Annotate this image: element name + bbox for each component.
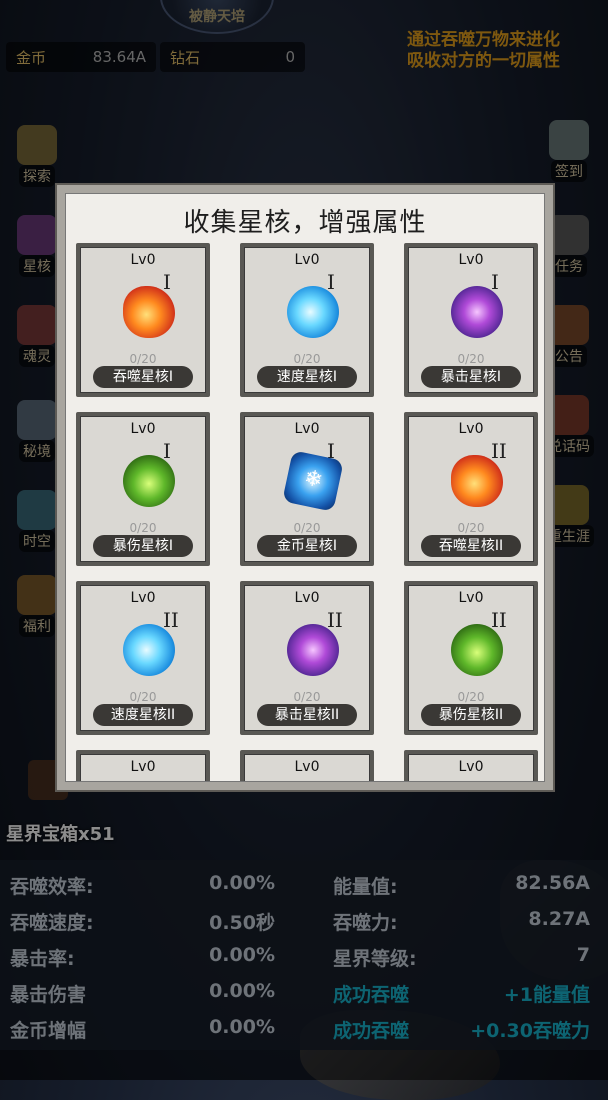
modal-content: 收集星核，增强属性 Lv0 I 0/20 吞噬星核I Lv0 I 0/20 速度星核I Lv0 I… xyxy=(65,193,545,782)
purple-orb-icon xyxy=(287,624,339,676)
starcore-level: Lv0 xyxy=(458,252,484,268)
starcore-level: Lv0 xyxy=(294,252,320,268)
starcore-name: 暴伤星核II xyxy=(421,704,521,726)
starcore-level: Lv0 xyxy=(458,590,484,606)
water-orb-icon xyxy=(123,624,175,676)
starcore-name: 暴伤星核I xyxy=(93,535,193,557)
starcore-level: Lv0 xyxy=(294,590,320,606)
starcore-count: 0/20 xyxy=(293,352,321,366)
green-orb-icon xyxy=(451,624,503,676)
starcore-card[interactable]: Lv0 I 0/20 暴击星核I xyxy=(404,243,538,397)
starcore-name: 暴击星核II xyxy=(257,704,357,726)
starcore-card-body: Lv0 II 0/20 吞噬星核II xyxy=(408,416,534,562)
fire-orb-icon xyxy=(451,455,503,507)
snowflake-icon: ❄ xyxy=(301,465,325,494)
starcore-count: 0/20 xyxy=(129,521,157,535)
ice-orb-icon: ❄ xyxy=(282,450,344,512)
starcore-card-body: Lv0 I ❄ 0/20 金币星核I xyxy=(244,416,370,562)
starcore-tier: II xyxy=(491,439,507,463)
starcore-modal: 收集星核，增强属性 Lv0 I 0/20 吞噬星核I Lv0 I 0/20 速度星核I Lv0 I… xyxy=(55,183,555,792)
starcore-name: 金币星核I xyxy=(257,535,357,557)
starcore-card-body: Lv0 I 0/20 暴伤星核I xyxy=(80,416,206,562)
purple-orb-icon xyxy=(451,286,503,338)
starcore-tier: II xyxy=(491,608,507,632)
starcore-count: 0/20 xyxy=(457,521,485,535)
starcore-name: 速度星核I xyxy=(257,366,357,388)
starcore-level: Lv0 xyxy=(458,421,484,437)
starcore-card-body: Lv0 I 0/20 速度星核I xyxy=(244,247,370,393)
starcore-count: 0/20 xyxy=(457,352,485,366)
starcore-count: 0/20 xyxy=(129,352,157,366)
starcore-card[interactable]: Lv0 III xyxy=(240,750,374,781)
starcore-card-body: Lv0 II xyxy=(80,754,206,781)
starcore-card[interactable]: Lv0 II 0/20 吞噬星核II xyxy=(404,412,538,566)
starcore-name: 吞噬星核II xyxy=(421,535,521,557)
starcore-count: 0/20 xyxy=(293,690,321,704)
starcore-tier: II xyxy=(327,608,343,632)
starcore-card[interactable]: Lv0 II 0/20 速度星核II xyxy=(76,581,210,735)
starcore-level: Lv0 xyxy=(294,421,320,437)
water-orb-icon xyxy=(287,286,339,338)
starcore-level: Lv0 xyxy=(130,759,156,775)
starcore-card[interactable]: Lv0 I 0/20 暴伤星核I xyxy=(76,412,210,566)
starcore-card-body: Lv0 I 0/20 暴击星核I xyxy=(408,247,534,393)
starcore-card[interactable]: Lv0 II 0/20 暴击星核II xyxy=(240,581,374,735)
starcore-name: 吞噬星核I xyxy=(93,366,193,388)
starcore-tier: III xyxy=(491,777,515,781)
starcore-count: 0/20 xyxy=(129,690,157,704)
starcore-card[interactable]: Lv0 I ❄ 0/20 金币星核I xyxy=(240,412,374,566)
starcore-card-body: Lv0 II 0/20 暴伤星核II xyxy=(408,585,534,731)
starcore-count: 0/20 xyxy=(293,521,321,535)
starcore-name: 速度星核II xyxy=(93,704,193,726)
starcore-level: Lv0 xyxy=(130,590,156,606)
starcore-count: 0/20 xyxy=(457,690,485,704)
starcore-card[interactable]: Lv0 III xyxy=(404,750,538,781)
starcore-card[interactable]: Lv0 II xyxy=(76,750,210,781)
starcore-card-body: Lv0 II 0/20 速度星核II xyxy=(80,585,206,731)
starcore-name: 暴击星核I xyxy=(421,366,521,388)
starcore-card[interactable]: Lv0 I 0/20 速度星核I xyxy=(240,243,374,397)
starcore-level: Lv0 xyxy=(130,421,156,437)
starcore-tier: II xyxy=(163,608,179,632)
fire-orb-icon xyxy=(123,286,175,338)
starcore-tier: III xyxy=(327,777,351,781)
starcore-card-body: Lv0 III xyxy=(408,754,534,781)
starcore-tier: II xyxy=(163,777,179,781)
green-orb-icon xyxy=(123,455,175,507)
starcore-tier: I xyxy=(163,270,171,294)
starcore-card-body: Lv0 II 0/20 暴击星核II xyxy=(244,585,370,731)
starcore-level: Lv0 xyxy=(130,252,156,268)
starcore-card[interactable]: Lv0 I 0/20 吞噬星核I xyxy=(76,243,210,397)
modal-title: 收集星核，增强属性 xyxy=(183,208,427,238)
starcore-card[interactable]: Lv0 II 0/20 暴伤星核II xyxy=(404,581,538,735)
starcore-card-body: Lv0 I 0/20 吞噬星核I xyxy=(80,247,206,393)
starcore-level: Lv0 xyxy=(294,759,320,775)
starcore-card-body: Lv0 III xyxy=(244,754,370,781)
starcore-level: Lv0 xyxy=(458,759,484,775)
